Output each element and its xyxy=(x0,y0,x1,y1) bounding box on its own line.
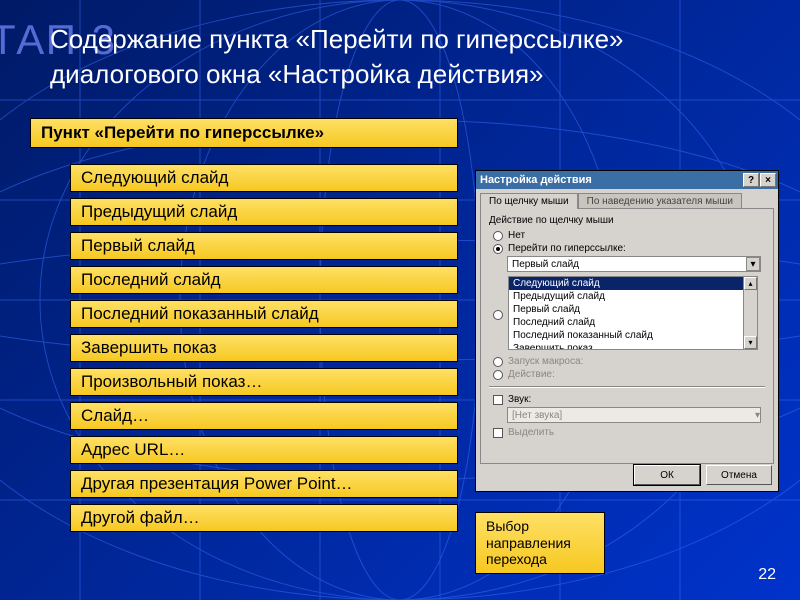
hyperlink-item-6: Произвольный показ… xyxy=(70,368,458,396)
parent-item: Пункт «Перейти по гиперссылке» xyxy=(30,118,458,148)
listbox-item-5[interactable]: Завершить показ xyxy=(509,342,757,350)
close-button[interactable]: × xyxy=(760,173,776,187)
page-number: 22 xyxy=(758,566,776,584)
radio-listbox[interactable] xyxy=(493,310,503,320)
scroll-up-icon[interactable]: ▴ xyxy=(744,277,757,290)
action-settings-dialog: Настройка действия ? × По щелчку мыши По… xyxy=(475,170,779,492)
hyperlink-item-2: Первый слайд xyxy=(70,232,458,260)
sound-combo: [Нет звука] ▾ xyxy=(507,407,761,423)
radio-macro xyxy=(493,357,503,367)
divider xyxy=(489,386,765,388)
radio-hyperlink-label: Перейти по гиперссылке: xyxy=(508,243,626,254)
hyperlink-item-3: Последний слайд xyxy=(70,266,458,294)
page-title: Содержание пункта «Перейти по гиперссылк… xyxy=(50,22,780,92)
listbox-item-3[interactable]: Последний слайд xyxy=(509,316,757,329)
hyperlink-item-4: Последний показанный слайд xyxy=(70,300,458,328)
listbox-item-1[interactable]: Предыдущий слайд xyxy=(509,290,757,303)
dialog-title-text: Настройка действия xyxy=(480,174,592,186)
ok-button[interactable]: ОК xyxy=(634,465,700,485)
chevron-down-icon: ▾ xyxy=(755,410,760,421)
cancel-button[interactable]: Отмена xyxy=(706,465,772,485)
tab-panel: Действие по щелчку мыши Нет Перейти по г… xyxy=(480,208,774,464)
tab-hover[interactable]: По наведению указателя мыши xyxy=(578,193,742,209)
hyperlink-listbox[interactable]: Следующий слайд Предыдущий слайд Первый … xyxy=(508,276,758,350)
radio-none[interactable] xyxy=(493,231,503,241)
hyperlink-combo[interactable]: Первый слайд ▾ xyxy=(507,256,761,272)
listbox-item-4[interactable]: Последний показанный слайд xyxy=(509,329,757,342)
radio-none-label: Нет xyxy=(508,230,525,241)
hyperlink-item-1: Предыдущий слайд xyxy=(70,198,458,226)
hyperlink-item-9: Другая презентация Power Point… xyxy=(70,470,458,498)
help-button[interactable]: ? xyxy=(743,173,759,187)
callout: Выбор направления перехода xyxy=(475,512,605,574)
group-label: Действие по щелчку мыши xyxy=(489,215,765,226)
sound-combo-value: [Нет звука] xyxy=(512,410,562,421)
tab-click[interactable]: По щелчку мыши xyxy=(480,193,578,209)
radio-hyperlink[interactable] xyxy=(493,244,503,254)
checkbox-sound[interactable] xyxy=(493,395,503,405)
hyperlink-item-8: Адрес URL… xyxy=(70,436,458,464)
dialog-titlebar[interactable]: Настройка действия ? × xyxy=(476,171,778,189)
radio-macro-label: Запуск макроса: xyxy=(508,356,583,367)
hyperlink-item-0: Следующий слайд xyxy=(70,164,458,192)
checkbox-highlight xyxy=(493,428,503,438)
heading-line2: диалогового окна «Настройка действия» xyxy=(50,59,544,89)
checkbox-sound-label: Звук: xyxy=(508,394,531,405)
listbox-scrollbar[interactable]: ▴ ▾ xyxy=(743,277,757,349)
hyperlink-combo-value: Первый слайд xyxy=(512,259,579,270)
hyperlink-item-7: Слайд… xyxy=(70,402,458,430)
heading-line1: Содержание пункта «Перейти по гиперссылк… xyxy=(50,24,624,54)
hyperlink-item-5: Завершить показ xyxy=(70,334,458,362)
hyperlink-item-10: Другой файл… xyxy=(70,504,458,532)
checkbox-highlight-label: Выделить xyxy=(508,427,554,438)
scroll-down-icon[interactable]: ▾ xyxy=(744,336,757,349)
listbox-item-2[interactable]: Первый слайд xyxy=(509,303,757,316)
listbox-item-0[interactable]: Следующий слайд xyxy=(509,277,757,290)
radio-action xyxy=(493,370,503,380)
chevron-down-icon[interactable]: ▾ xyxy=(746,257,760,271)
radio-action-label: Действие: xyxy=(508,369,555,380)
